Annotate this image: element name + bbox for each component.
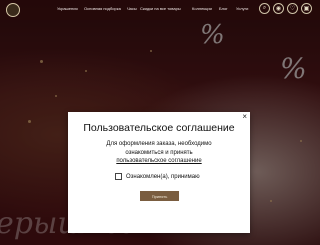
close-icon[interactable]: × — [242, 113, 247, 121]
agree-row[interactable]: Ознакомлен(а), принимаю — [115, 173, 200, 180]
user-icon[interactable]: ◉ — [273, 3, 284, 14]
nav-item[interactable]: Коллекции — [192, 6, 212, 11]
nav-item[interactable]: Скидки на все товары — [140, 6, 181, 11]
modal-text-line: Для оформления заказа, необходимо — [106, 141, 212, 147]
nav-item[interactable]: Украшения — [57, 6, 78, 11]
modal-text: Для оформления заказа, необходимо ознако… — [68, 140, 250, 158]
nav-item[interactable]: Услуги — [236, 6, 248, 11]
nav-item[interactable]: Часы — [127, 6, 137, 11]
cart-icon[interactable]: ▣ — [301, 3, 312, 14]
top-navigation: Украшения Основная подборка Часы Скидки … — [0, 0, 320, 20]
store-logo-icon[interactable] — [6, 3, 20, 17]
nav-item[interactable]: Блог — [219, 6, 228, 11]
modal-text-line: ознакомиться и принять — [125, 150, 193, 156]
search-icon[interactable]: ⌕ — [259, 3, 270, 14]
agreement-modal: × Пользовательское соглашение Для оформл… — [68, 112, 250, 233]
agreement-link[interactable]: пользовательское соглашение — [68, 158, 250, 164]
heart-icon[interactable]: ♡ — [287, 3, 298, 14]
agree-label[interactable]: Ознакомлен(а), принимаю — [126, 174, 200, 180]
accept-button[interactable]: Принять — [140, 191, 179, 201]
agree-checkbox[interactable] — [115, 173, 122, 180]
modal-title: Пользовательское соглашение — [83, 122, 235, 134]
nav-item[interactable]: Основная подборка — [84, 6, 121, 11]
